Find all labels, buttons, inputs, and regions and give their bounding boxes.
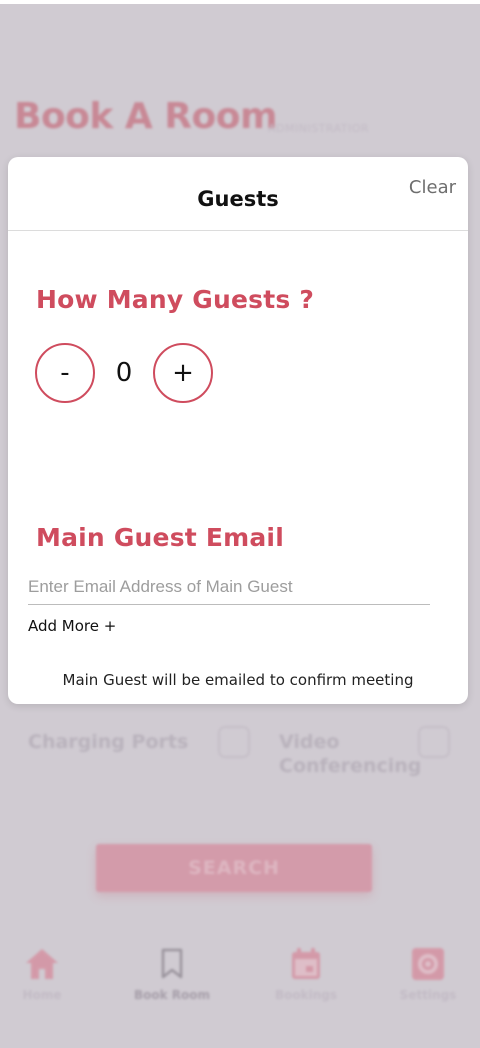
app-screen: Book A Room ADMINISTRATIOR Charging Port… — [0, 0, 480, 1048]
home-icon — [22, 944, 62, 984]
add-more-button[interactable]: Add More + — [28, 617, 116, 635]
search-button[interactable]: SEARCH — [96, 844, 372, 892]
calendar-icon — [286, 944, 326, 984]
nav-label-bookings: Bookings — [274, 988, 337, 1002]
nav-item-bookings[interactable]: Bookings — [256, 944, 356, 1014]
nav-label-home: Home — [22, 988, 62, 1002]
clear-button[interactable]: Clear — [409, 177, 456, 198]
nav-item-settings[interactable]: Settings — [378, 944, 478, 1014]
charging-ports-checkbox[interactable] — [218, 726, 250, 758]
increment-button[interactable]: + — [153, 343, 213, 403]
main-guest-email-input[interactable] — [28, 569, 430, 605]
guest-count-stepper: - 0 + — [35, 343, 213, 403]
guests-modal: Guests Clear How Many Guests ? - 0 + Mai… — [8, 157, 468, 704]
nav-label-book-room: Book Room — [133, 988, 211, 1002]
guests-count-heading: How Many Guests ? — [36, 285, 315, 314]
amenity-label-charging-ports: Charging Ports — [28, 731, 189, 753]
nav-item-home[interactable]: Home — [0, 944, 92, 1014]
modal-header: Guests Clear — [8, 157, 468, 231]
bookmark-icon — [152, 944, 192, 984]
nav-item-book-room[interactable]: Book Room — [122, 944, 222, 1014]
nav-label-settings: Settings — [399, 988, 457, 1002]
confirmation-note: Main Guest will be emailed to confirm me… — [62, 671, 414, 689]
modal-title: Guests — [197, 187, 279, 211]
page-title: Book A Room — [14, 96, 277, 137]
main-guest-email-heading: Main Guest Email — [36, 523, 284, 552]
video-conferencing-checkbox[interactable] — [418, 726, 450, 758]
guest-count-value: 0 — [115, 358, 133, 388]
bottom-nav: Home Book Room Bookings Settings — [0, 944, 480, 1014]
decrement-button[interactable]: - — [35, 343, 95, 403]
gear-icon — [408, 944, 448, 984]
amenity-label-video-conferencing: Video Conferencing — [279, 731, 422, 777]
page-subtitle: ADMINISTRATIOR — [268, 122, 370, 135]
